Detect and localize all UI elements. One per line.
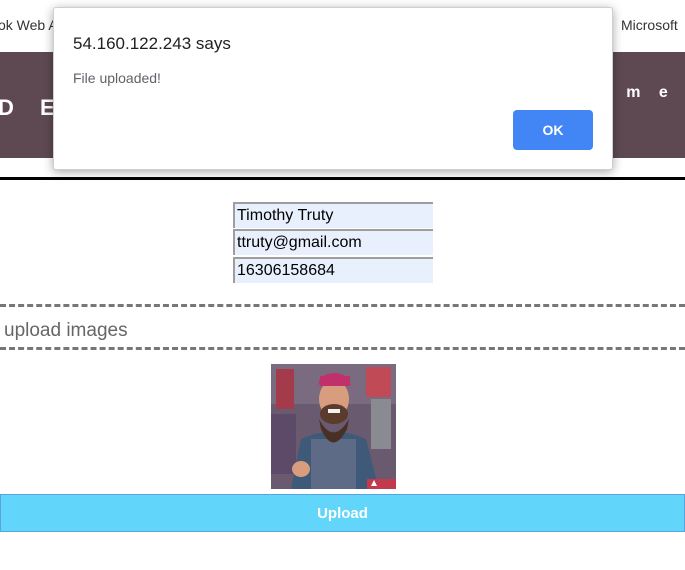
preview-photo — [271, 364, 396, 489]
alert-dialog: 54.160.122.243 says File uploaded! OK — [53, 7, 613, 170]
bookmark-item[interactable]: ok Web A — [0, 17, 58, 33]
dialog-title: 54.160.122.243 says — [73, 34, 231, 53]
dialog-message: File uploaded! — [73, 70, 161, 86]
image-drop-zone[interactable]: upload images — [0, 304, 685, 350]
drop-zone-label: upload images — [4, 320, 128, 341]
image-preview — [271, 364, 396, 489]
name-field[interactable] — [233, 202, 433, 228]
phone-field[interactable] — [233, 257, 433, 283]
email-field[interactable] — [233, 229, 433, 255]
dialog-ok-button[interactable]: OK — [513, 110, 593, 150]
bookmark-item-microsoft[interactable]: Microsoft — [621, 17, 678, 33]
upload-button[interactable]: Upload — [0, 494, 685, 532]
header-divider — [0, 177, 685, 180]
